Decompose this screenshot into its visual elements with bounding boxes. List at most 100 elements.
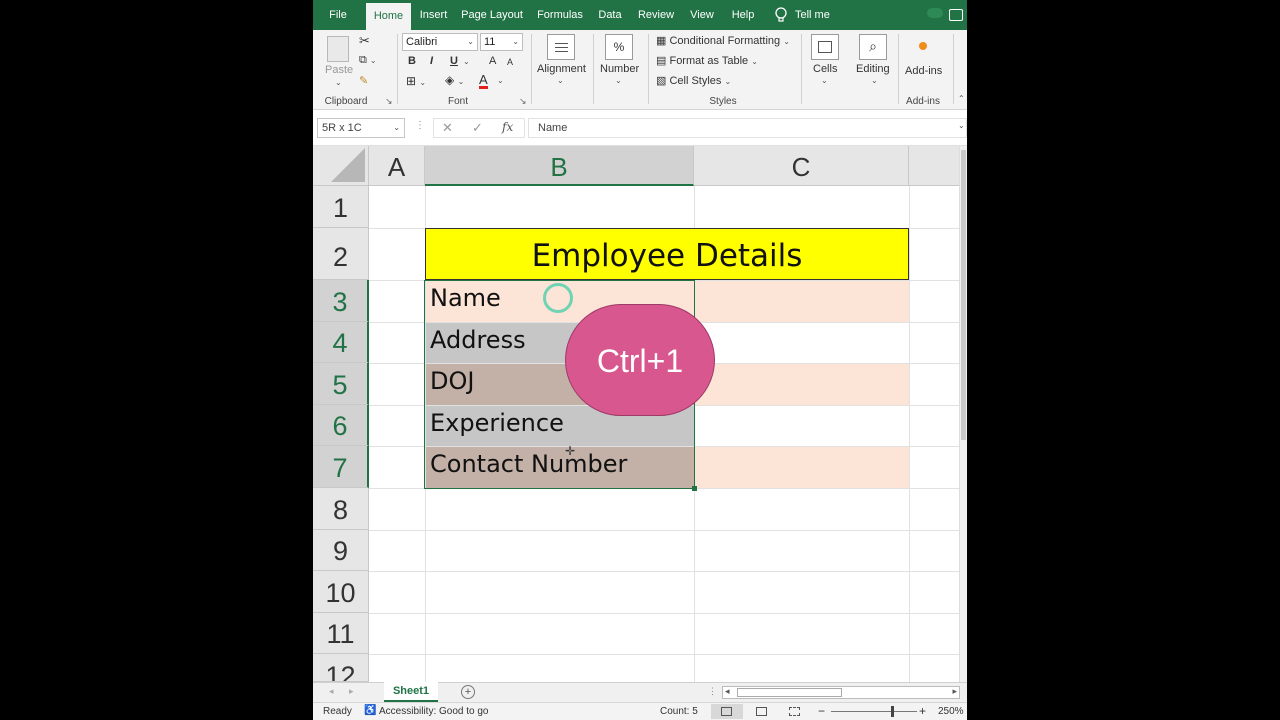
- underline-button[interactable]: U: [450, 55, 458, 67]
- row-header-6[interactable]: 6: [313, 405, 369, 446]
- row-header-10[interactable]: 10: [313, 571, 369, 613]
- horizontal-scroll-thumb[interactable]: [737, 688, 842, 697]
- cancel-icon[interactable]: ✕: [442, 120, 453, 136]
- sheet-tab-sheet1[interactable]: Sheet1: [384, 682, 438, 702]
- scroll-tabs-right-icon[interactable]: ▸: [349, 686, 354, 697]
- alignment-button[interactable]: Alignment: [537, 63, 586, 75]
- grow-font-button[interactable]: A: [489, 55, 496, 67]
- cells-button[interactable]: Cells: [813, 63, 837, 75]
- tab-home[interactable]: Home: [366, 3, 411, 30]
- editing-search-icon[interactable]: ⌕: [859, 34, 887, 60]
- expand-formula-icon[interactable]: ⌄: [958, 121, 965, 130]
- alignment-icon[interactable]: [547, 34, 575, 60]
- zoom-in-button[interactable]: +: [919, 704, 926, 718]
- row-header-7[interactable]: 7: [313, 446, 369, 488]
- zoom-level[interactable]: 250%: [938, 706, 964, 717]
- cut-icon[interactable]: ✂: [359, 33, 370, 49]
- collapse-ribbon-icon[interactable]: ⌃: [958, 94, 965, 103]
- row-header-11[interactable]: 11: [313, 613, 369, 654]
- row-header-4[interactable]: 4: [313, 322, 369, 363]
- page-break-view-icon[interactable]: [789, 707, 800, 716]
- number-format-icon[interactable]: %: [605, 34, 633, 60]
- insert-function-button[interactable]: fx: [502, 120, 513, 134]
- tab-insert[interactable]: Insert: [416, 0, 451, 30]
- horizontal-scrollbar[interactable]: ◂ ▸: [722, 686, 960, 699]
- fill-handle[interactable]: [692, 486, 697, 491]
- tab-page-layout[interactable]: Page Layout: [461, 0, 523, 30]
- addins-icon[interactable]: [919, 42, 927, 50]
- cell-b4[interactable]: Address: [425, 326, 526, 354]
- cells-chevron-icon[interactable]: ⌄: [821, 76, 828, 85]
- title-cell[interactable]: Employee Details: [425, 228, 909, 280]
- editing-button[interactable]: Editing: [856, 63, 890, 75]
- row-header-3[interactable]: 3: [313, 280, 369, 322]
- column-header-b[interactable]: B: [425, 146, 694, 186]
- font-color-button[interactable]: A: [479, 73, 488, 89]
- cells-icon[interactable]: [811, 34, 839, 60]
- row-header-9[interactable]: 9: [313, 530, 369, 571]
- row-header-12[interactable]: 12: [313, 654, 369, 682]
- accessibility-status[interactable]: Accessibility: Good to go: [379, 706, 489, 717]
- row-header-1[interactable]: 1: [313, 186, 369, 228]
- tab-data[interactable]: Data: [595, 0, 625, 30]
- paste-icon[interactable]: [327, 36, 349, 62]
- tab-split-grip-icon[interactable]: ⋮: [708, 686, 717, 697]
- name-box[interactable]: 5R x 1C ⌄: [317, 118, 405, 138]
- comment-icon[interactable]: [949, 9, 963, 21]
- formula-input[interactable]: Name: [528, 118, 967, 138]
- borders-icon[interactable]: ⊞ ⌄: [406, 74, 426, 88]
- page-layout-view-icon[interactable]: [756, 707, 767, 716]
- select-all-button[interactable]: [313, 146, 369, 186]
- format-painter-icon[interactable]: ✎: [359, 74, 368, 87]
- zoom-out-button[interactable]: −: [818, 704, 825, 718]
- italic-button[interactable]: I: [430, 55, 433, 67]
- tab-review[interactable]: Review: [637, 0, 675, 30]
- font-dialog-launcher-icon[interactable]: ↘: [519, 96, 527, 107]
- copy-icon[interactable]: ⧉ ⌄: [359, 54, 377, 67]
- format-as-table-button[interactable]: ▤ Format as Table ⌄: [656, 54, 758, 67]
- scroll-right-icon[interactable]: ▸: [952, 686, 957, 697]
- tell-me-search[interactable]: Tell me: [795, 0, 835, 30]
- bold-button[interactable]: B: [408, 55, 416, 67]
- cell-b5[interactable]: DOJ: [425, 367, 474, 395]
- add-sheet-icon[interactable]: +: [461, 685, 475, 699]
- shrink-font-button[interactable]: A: [507, 57, 513, 67]
- paste-button[interactable]: Paste: [325, 64, 353, 76]
- fill-c5: [694, 363, 909, 405]
- tab-file[interactable]: File: [323, 0, 353, 30]
- cell-styles-button[interactable]: ▧ Cell Styles ⌄: [656, 74, 731, 87]
- alignment-chevron-icon[interactable]: ⌄: [557, 76, 564, 85]
- paste-chevron-icon[interactable]: ⌄: [335, 78, 342, 87]
- number-chevron-icon[interactable]: ⌄: [615, 76, 622, 85]
- worksheet-grid[interactable]: A B C 1 2 3 4 5 6 7 8 9 10 11 12 Employe…: [313, 146, 967, 682]
- fill-color-icon[interactable]: ◈ ⌄: [445, 73, 464, 87]
- column-header-a[interactable]: A: [369, 146, 425, 186]
- cell-b6[interactable]: Experience: [425, 409, 564, 437]
- column-header-c[interactable]: C: [694, 146, 909, 186]
- tab-help[interactable]: Help: [729, 0, 757, 30]
- tab-view[interactable]: View: [687, 0, 717, 30]
- vertical-scrollbar[interactable]: [959, 146, 967, 682]
- vertical-scroll-thumb[interactable]: [961, 150, 966, 440]
- cell-b3[interactable]: Name: [425, 284, 501, 312]
- scroll-left-icon[interactable]: ◂: [725, 686, 730, 697]
- cell-b7[interactable]: Contact Number: [425, 450, 627, 478]
- dialog-launcher-icon[interactable]: ↘: [385, 96, 393, 107]
- font-size-select[interactable]: 11 ⌄: [480, 33, 523, 51]
- addins-button[interactable]: Add-ins: [905, 65, 942, 77]
- row-header-8[interactable]: 8: [313, 488, 369, 530]
- conditional-formatting-button[interactable]: ▦ Conditional Formatting ⌄: [656, 34, 790, 47]
- font-color-chevron-icon[interactable]: ⌄: [497, 76, 504, 85]
- zoom-slider[interactable]: [831, 711, 917, 712]
- enter-icon[interactable]: ✓: [472, 120, 483, 136]
- underline-chevron-icon[interactable]: ⌄: [463, 57, 470, 66]
- zoom-slider-thumb[interactable]: [891, 706, 894, 717]
- row-header-2[interactable]: 2: [313, 228, 369, 280]
- number-button[interactable]: Number: [600, 63, 639, 75]
- editing-chevron-icon[interactable]: ⌄: [871, 76, 878, 85]
- row-header-5[interactable]: 5: [313, 363, 369, 405]
- normal-view-button[interactable]: [711, 704, 743, 719]
- scroll-tabs-left-icon[interactable]: ◂: [329, 686, 334, 697]
- font-name-select[interactable]: Calibri ⌄: [402, 33, 478, 51]
- tab-formulas[interactable]: Formulas: [535, 0, 585, 30]
